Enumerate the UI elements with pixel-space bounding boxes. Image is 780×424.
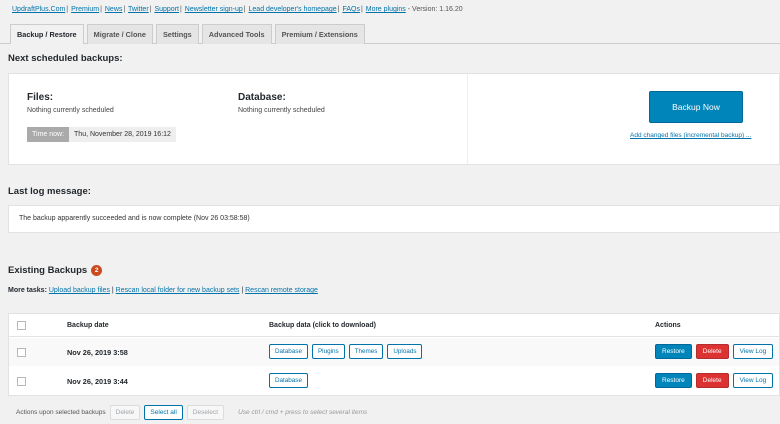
- backup-date: Nov 26, 2019 3:44: [67, 377, 128, 386]
- link-newsletter[interactable]: Newsletter sign-up: [185, 6, 243, 13]
- download-themes-button[interactable]: Themes: [348, 344, 384, 359]
- link-more-plugins[interactable]: More plugins: [366, 6, 406, 13]
- more-tasks: More tasks: Upload backup files | Rescan…: [8, 287, 318, 294]
- download-plugins-button[interactable]: Plugins: [311, 344, 345, 359]
- time-now-label: Time now:: [27, 127, 70, 142]
- select-all-checkbox[interactable]: [17, 321, 26, 330]
- column-backup-date: Backup date: [67, 322, 109, 329]
- link-support[interactable]: Support: [154, 6, 179, 13]
- link-premium[interactable]: Premium: [71, 6, 99, 13]
- view-log-button[interactable]: View Log: [732, 373, 774, 388]
- bulk-actions-bar: Actions upon selected backups Delete Sel…: [16, 405, 367, 420]
- rescan-local-folder-link[interactable]: Rescan local folder for new backup sets: [116, 287, 240, 294]
- backup-data-buttons: Database Plugins Themes Uploads: [269, 344, 426, 359]
- link-faqs[interactable]: FAQs: [342, 6, 360, 13]
- log-panel: The backup apparently succeeded and is n…: [8, 205, 780, 233]
- version-text: - Version: 1.16.20: [407, 6, 463, 13]
- restore-button[interactable]: Restore: [655, 373, 692, 388]
- delete-button[interactable]: Delete: [695, 344, 729, 359]
- log-title: Last log message:: [8, 186, 91, 197]
- scheduled-title: Next scheduled backups:: [8, 53, 123, 64]
- deselect-button[interactable]: Deselect: [186, 405, 225, 420]
- incremental-backup-link[interactable]: Add changed files (incremental backup) .…: [630, 132, 751, 139]
- table-header-row: Backup date Backup data (click to downlo…: [9, 314, 779, 337]
- database-status: Nothing currently scheduled: [238, 107, 325, 114]
- download-uploads-button[interactable]: Uploads: [387, 344, 423, 359]
- existing-backups-title: Existing Backups: [8, 265, 88, 276]
- backup-date: Nov 26, 2019 3:58: [67, 348, 128, 357]
- delete-button[interactable]: Delete: [695, 373, 729, 388]
- select-all-button[interactable]: Select all: [144, 405, 183, 420]
- upload-backup-files-link[interactable]: Upload backup files: [49, 287, 110, 294]
- backup-data-buttons: Database: [269, 373, 312, 388]
- download-database-button[interactable]: Database: [269, 344, 308, 359]
- database-heading: Database:: [238, 92, 286, 103]
- bulk-delete-button[interactable]: Delete: [109, 405, 141, 420]
- row-checkbox[interactable]: [17, 348, 26, 357]
- selection-hint: Use ctrl / cmd + press to select several…: [238, 409, 368, 416]
- more-tasks-label: More tasks:: [8, 287, 47, 294]
- tab-migrate-clone[interactable]: Migrate / Clone: [86, 24, 153, 44]
- link-updraftplus[interactable]: UpdraftPlus.Com: [12, 6, 65, 13]
- time-now-value: Thu, November 28, 2019 16:12: [69, 127, 176, 142]
- table-row[interactable]: Nov 26, 2019 3:58 Database Plugins Theme…: [9, 338, 779, 366]
- link-lead-developer[interactable]: Lead developer's homepage: [249, 6, 337, 13]
- backup-now-button[interactable]: Backup Now: [649, 91, 743, 123]
- backup-count-badge: 2: [91, 265, 103, 276]
- tab-settings[interactable]: Settings: [155, 24, 199, 44]
- files-heading: Files:: [27, 92, 54, 103]
- files-status: Nothing currently scheduled: [27, 107, 114, 114]
- table-row[interactable]: Nov 26, 2019 3:44 Database Restore Delet…: [9, 367, 779, 396]
- restore-button[interactable]: Restore: [655, 344, 692, 359]
- tab-backup-restore[interactable]: Backup / Restore: [10, 24, 84, 44]
- tab-advanced-tools[interactable]: Advanced Tools: [201, 24, 272, 44]
- view-log-button[interactable]: View Log: [732, 344, 774, 359]
- backups-table: Backup date Backup data (click to downlo…: [8, 313, 780, 396]
- tab-bar: Backup / Restore Migrate / Clone Setting…: [10, 24, 368, 44]
- time-now-box: Time now: Thu, November 28, 2019 16:12: [27, 127, 176, 142]
- column-backup-data: Backup data (click to download): [269, 322, 376, 329]
- column-actions: Actions: [655, 322, 681, 329]
- bulk-actions-label: Actions upon selected backups: [16, 409, 106, 416]
- link-news[interactable]: News: [105, 6, 123, 13]
- scheduled-panel: Files: Nothing currently scheduled Datab…: [8, 73, 780, 165]
- panel-divider: [467, 74, 468, 164]
- top-links-bar: UpdraftPlus.Com| Premium| News| Twitter|…: [12, 6, 463, 13]
- row-actions: Restore Delete View Log: [655, 373, 777, 388]
- log-message: The backup apparently succeeded and is n…: [19, 215, 250, 222]
- existing-backups-heading: Existing Backups 2: [8, 265, 103, 276]
- tab-premium-extensions[interactable]: Premium / Extensions: [274, 24, 365, 44]
- row-actions: Restore Delete View Log: [655, 344, 777, 359]
- rescan-remote-storage-link[interactable]: Rescan remote storage: [245, 287, 318, 294]
- link-twitter[interactable]: Twitter: [128, 6, 149, 13]
- row-checkbox[interactable]: [17, 377, 26, 386]
- download-database-button[interactable]: Database: [269, 373, 308, 388]
